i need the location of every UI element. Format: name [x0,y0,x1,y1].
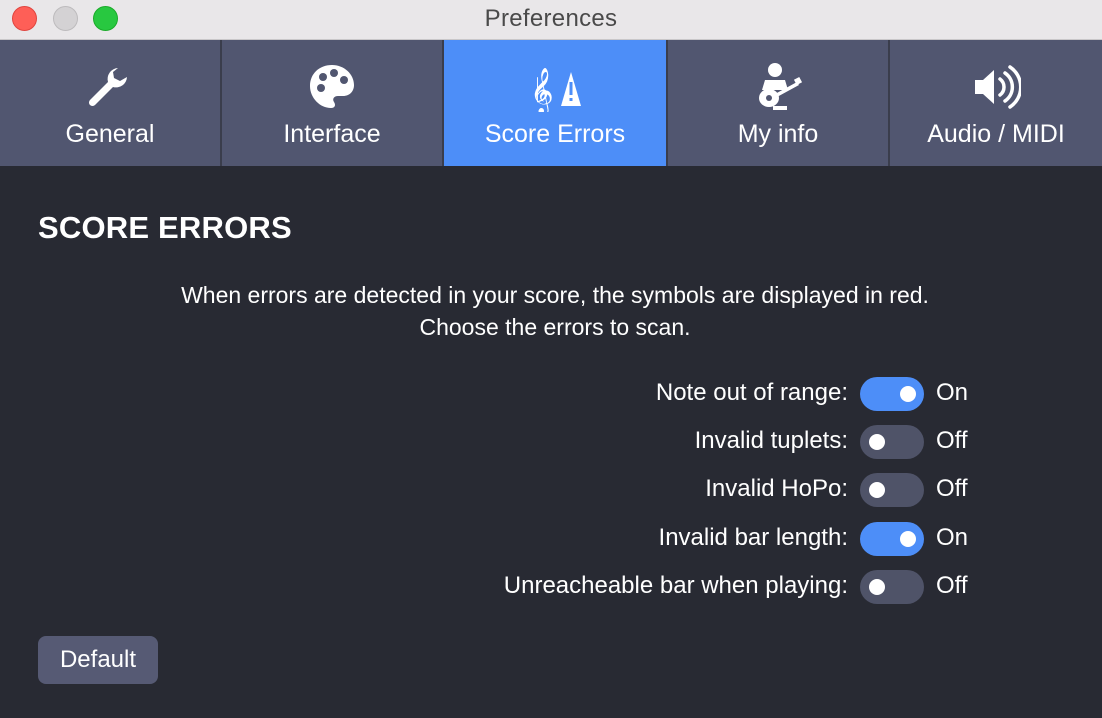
tab-score-errors-label: Score Errors [484,120,626,148]
option-row-invalid-hopo: Invalid HoPo: Off [0,473,1102,507]
section-description-line2: Choose the errors to scan. [419,314,691,340]
speaker-icon [890,62,1102,112]
option-state: On [936,379,969,406]
toggle-knob [869,434,885,450]
tab-audio-midi-label: Audio / MIDI [927,120,1065,148]
toggle-knob [869,482,885,498]
tab-my-info[interactable]: My info [668,40,890,166]
option-state: Off [936,572,968,599]
option-state: On [936,524,969,551]
tab-my-info-label: My info [737,120,819,148]
guitarist-icon [668,62,888,112]
preferences-window: Preferences General Interface 𝄞 ♭ Score … [0,0,1102,718]
clef-warning-icon: 𝄞 ♭ [444,62,666,112]
palette-icon [222,62,442,112]
svg-text:♭: ♭ [534,71,550,111]
preferences-tab-bar: General Interface 𝄞 ♭ Score Errors My in… [0,40,1102,166]
toggle-knob [900,531,916,547]
option-row-note-out-of-range: Note out of range: On [0,377,1102,411]
option-label: Invalid HoPo: [705,475,848,502]
option-label: Unreacheable bar when playing: [503,572,848,599]
invalid-hopo-toggle[interactable] [860,473,924,507]
option-label: Invalid tuplets: [694,427,848,454]
section-heading: SCORE ERRORS [38,210,292,245]
invalid-bar-length-toggle[interactable] [860,522,924,556]
window-title: Preferences [484,5,618,32]
title-bar: Preferences [0,0,1102,40]
option-label: Note out of range: [655,379,848,406]
tab-score-errors[interactable]: 𝄞 ♭ Score Errors [444,40,668,166]
tab-interface-label: Interface [283,120,381,148]
option-state: Off [936,475,968,502]
unreacheable-bar-toggle[interactable] [860,570,924,604]
score-errors-panel: SCORE ERRORS When errors are detected in… [0,166,1102,718]
tab-audio-midi[interactable]: Audio / MIDI [890,40,1102,166]
invalid-tuplets-toggle[interactable] [860,425,924,459]
wrench-icon [0,62,220,112]
tab-interface[interactable]: Interface [222,40,444,166]
tab-general[interactable]: General [0,40,222,166]
option-state: Off [936,427,968,454]
option-label: Invalid bar length: [658,524,848,551]
note-out-of-range-toggle[interactable] [860,377,924,411]
toggle-knob [900,386,916,402]
option-row-unreacheable-bar: Unreacheable bar when playing: Off [0,570,1102,604]
section-description-line1: When errors are detected in your score, … [181,282,929,308]
option-row-invalid-tuplets: Invalid tuplets: Off [0,425,1102,459]
option-row-invalid-bar-length: Invalid bar length: On [0,522,1102,556]
default-button[interactable]: Default [38,636,158,684]
tab-general-label: General [65,120,155,148]
toggle-knob [869,579,885,595]
